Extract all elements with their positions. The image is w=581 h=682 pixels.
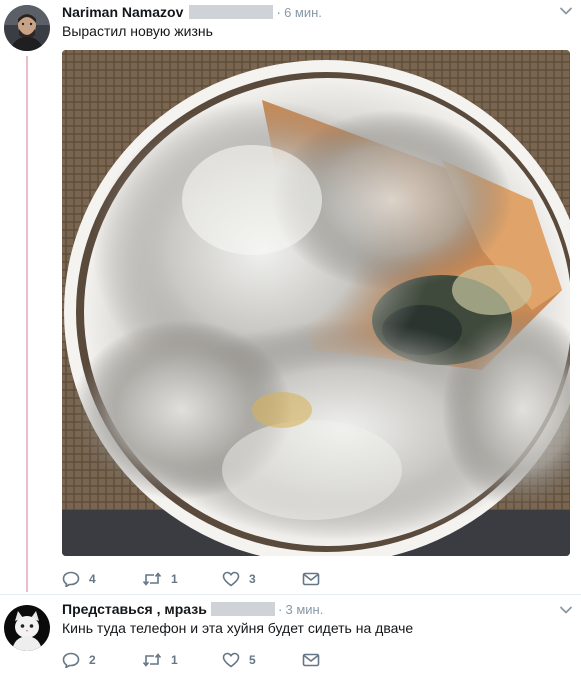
like-icon — [222, 571, 240, 587]
retweet-count: 1 — [171, 572, 178, 586]
mold-bowl-photo[interactable] — [62, 50, 570, 556]
tweet[interactable]: Nariman Namazov · 6 мин. Вырастил новую … — [0, 0, 581, 595]
avatar[interactable] — [4, 605, 50, 651]
header-separator: · — [277, 601, 283, 617]
direct-message-icon — [302, 572, 320, 586]
tweet-reply[interactable]: Представься , мразь · 3 мин. Кинь туда т… — [0, 595, 581, 682]
like-button[interactable]: 5 — [222, 651, 302, 669]
tweet-actions: 4 1 3 — [62, 570, 332, 588]
retweet-button[interactable]: 1 — [142, 651, 222, 669]
reply-count: 2 — [89, 653, 96, 667]
reply-button[interactable]: 2 — [62, 651, 142, 669]
reply-icon — [62, 571, 80, 587]
retweet-button[interactable]: 1 — [142, 570, 222, 588]
retweet-count: 1 — [171, 653, 178, 667]
caret-down-icon[interactable] — [559, 4, 573, 18]
caret-down-icon[interactable] — [559, 603, 573, 617]
like-count: 3 — [249, 572, 256, 586]
redacted-handle — [210, 602, 275, 616]
like-button[interactable]: 3 — [222, 570, 302, 588]
tweet-actions: 2 1 5 — [62, 651, 332, 669]
retweet-icon — [142, 652, 162, 668]
like-icon — [222, 652, 240, 668]
author-name[interactable]: Nariman Namazov — [62, 4, 183, 20]
reply-icon — [62, 652, 80, 668]
redacted-handle — [189, 5, 274, 19]
avatar[interactable] — [4, 5, 50, 51]
tweet-text: Кинь туда телефон и эта хуйня будет сиде… — [62, 620, 414, 636]
timestamp[interactable]: 6 мин. — [284, 5, 322, 20]
like-count: 5 — [249, 653, 256, 667]
direct-message-icon — [302, 653, 320, 667]
direct-message-button[interactable] — [302, 651, 332, 669]
direct-message-button[interactable] — [302, 570, 332, 588]
tweet-header: Представься , мразь · 3 мин. — [62, 599, 571, 619]
reply-button[interactable]: 4 — [62, 570, 142, 588]
timestamp[interactable]: 3 мин. — [285, 602, 323, 617]
author-name[interactable]: Представься , мразь — [62, 601, 207, 617]
header-separator: · — [276, 4, 282, 20]
tweet-text: Вырастил новую жизнь — [62, 23, 213, 39]
retweet-icon — [142, 571, 162, 587]
reply-count: 4 — [89, 572, 96, 586]
tweet-header: Nariman Namazov · 6 мин. — [62, 2, 571, 22]
